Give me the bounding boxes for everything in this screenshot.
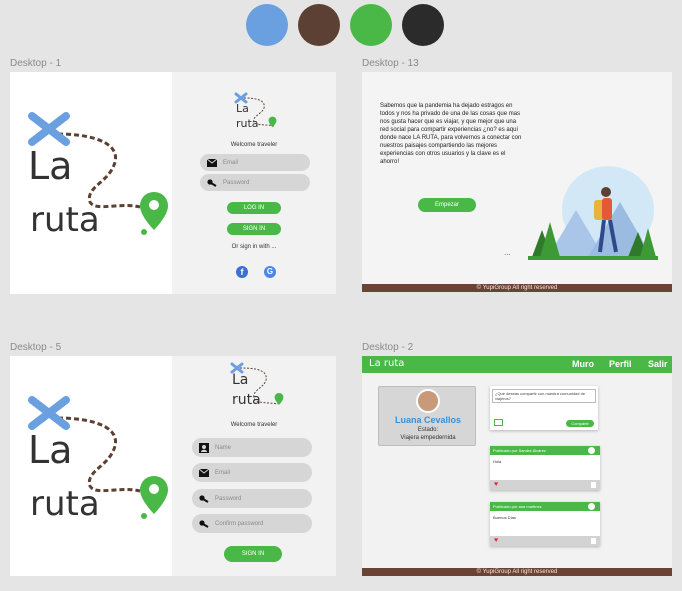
small-logo-la: La <box>236 102 249 115</box>
email-placeholder: Email <box>223 159 239 166</box>
name-placeholder: Name <box>215 444 232 451</box>
post-footer: ♥ <box>490 536 600 546</box>
frame-desktop-2: La ruta Muro Perfil Salir Luana Cevallos… <box>362 356 672 576</box>
logo-la: La <box>28 144 73 188</box>
avatar <box>416 389 440 413</box>
image-upload-icon[interactable] <box>494 419 503 426</box>
small-location-pin-icon <box>274 392 284 405</box>
airplane-icon <box>28 396 70 430</box>
small-logo-ruta: ruta <box>232 392 261 408</box>
color-swatch-black <box>402 4 444 46</box>
signin-button[interactable]: SIGN IN <box>227 223 281 235</box>
signin-button[interactable]: SIGN IN <box>224 546 282 562</box>
post-composer: ¿Qué deseas compartir con nuestra comuni… <box>490 386 598 430</box>
top-navbar: La ruta Muro Perfil Salir <box>362 356 672 373</box>
email-field[interactable]: Email <box>200 154 310 171</box>
document-icon[interactable] <box>591 482 596 488</box>
frame-desktop-5: La ruta La ruta Welcome traveler Name Em… <box>10 356 336 576</box>
brand-logo[interactable]: La ruta <box>369 358 404 369</box>
or-sign-in-text: Or sign in with ... <box>231 244 277 250</box>
frame-label-desktop-5: Desktop - 5 <box>10 342 62 353</box>
logo-ruta: ruta <box>30 200 100 240</box>
frame-label-desktop-13: Desktop - 13 <box>362 58 419 69</box>
confirm-password-placeholder: Confirm password <box>215 520 264 527</box>
share-button[interactable]: Comparte <box>566 420 594 427</box>
logo-ruta: ruta <box>30 484 100 524</box>
logo-la: La <box>28 428 73 472</box>
nav-muro[interactable]: Muro <box>572 359 594 369</box>
hiker-illustration <box>528 166 658 260</box>
post-body: Buenos Días <box>493 515 516 520</box>
airplane-icon <box>28 112 70 146</box>
small-location-pin-icon <box>268 116 277 128</box>
nav-salir[interactable]: Salir <box>648 359 668 369</box>
heart-icon[interactable]: ♥ <box>494 481 498 488</box>
profile-card: Luana Cevallos Estado: Viajera empederni… <box>378 386 476 446</box>
post-footer: ♥ <box>490 480 600 490</box>
envelope-icon <box>199 468 209 477</box>
document-icon[interactable] <box>591 538 596 544</box>
post-input[interactable]: ¿Qué deseas compartir con nuestra comuni… <box>492 389 596 403</box>
password-field[interactable]: Password <box>200 174 310 191</box>
name-field[interactable]: Name <box>192 438 312 457</box>
frame-label-desktop-1: Desktop - 1 <box>10 58 62 69</box>
email-placeholder: Email <box>215 469 231 476</box>
color-swatch-brown <box>298 4 340 46</box>
post-header: Publicado por ana martinez <box>490 502 600 511</box>
footer: © YupiGroup All right reserved <box>362 568 672 576</box>
email-field[interactable]: Email <box>192 463 312 482</box>
location-pin-icon <box>140 476 168 519</box>
envelope-icon <box>207 158 217 167</box>
close-icon[interactable] <box>588 447 595 454</box>
location-pin-icon <box>140 192 168 235</box>
close-icon[interactable] <box>588 503 595 510</box>
nav-perfil[interactable]: Perfil <box>609 359 632 369</box>
signup-panel: La ruta Welcome traveler Name Email Pass… <box>172 356 336 576</box>
welcome-text: Welcome traveler <box>230 422 278 428</box>
color-swatch-green <box>350 4 392 46</box>
password-placeholder: Password <box>215 495 242 502</box>
frame-desktop-13: Sabemos que la pandemia ha dejado estrag… <box>362 72 672 292</box>
small-logo-ruta: ruta <box>236 117 259 130</box>
facebook-icon[interactable]: f <box>236 266 248 278</box>
post-card: Publicado por Sandra Álvarez Hola ♥ <box>490 446 600 490</box>
key-icon <box>199 519 209 528</box>
welcome-text: Welcome traveler <box>230 142 278 148</box>
password-placeholder: Password <box>223 179 250 186</box>
key-icon <box>207 178 217 187</box>
frame-label-desktop-2: Desktop - 2 <box>362 342 414 353</box>
password-field[interactable]: Password <box>192 489 312 508</box>
post-author: Publicado por ana martinez <box>493 504 542 509</box>
confirm-password-field[interactable]: Confirm password <box>192 514 312 533</box>
login-panel: La ruta Welcome traveler Email Password … <box>172 72 336 294</box>
heart-icon[interactable]: ♥ <box>494 537 498 544</box>
key-icon <box>199 494 209 503</box>
estado-label: Estado: <box>417 427 439 433</box>
start-button[interactable]: Empezar <box>418 198 476 212</box>
frame-desktop-1: La ruta La ruta Welcome traveler Email P… <box>10 72 336 294</box>
post-header: Publicado por Sandra Álvarez <box>490 446 600 455</box>
post-card: Publicado por ana martinez Buenos Días ♥ <box>490 502 600 546</box>
user-icon <box>199 442 209 453</box>
color-swatch-blue <box>246 4 288 46</box>
carousel-dots[interactable]: ... <box>504 248 511 257</box>
small-logo-la: La <box>232 372 249 388</box>
estado-value: Viajera empedernida <box>400 435 456 441</box>
footer: © YupiGroup All right reserved <box>362 284 672 292</box>
google-icon[interactable]: G <box>264 266 276 278</box>
intro-paragraph: Sabemos que la pandemia ha dejado estrag… <box>380 103 522 165</box>
profile-name: Luana Cevallos <box>394 415 462 425</box>
post-body: Hola <box>493 459 502 464</box>
login-button[interactable]: LOG IN <box>227 202 281 214</box>
post-author: Publicado por Sandra Álvarez <box>493 448 546 453</box>
